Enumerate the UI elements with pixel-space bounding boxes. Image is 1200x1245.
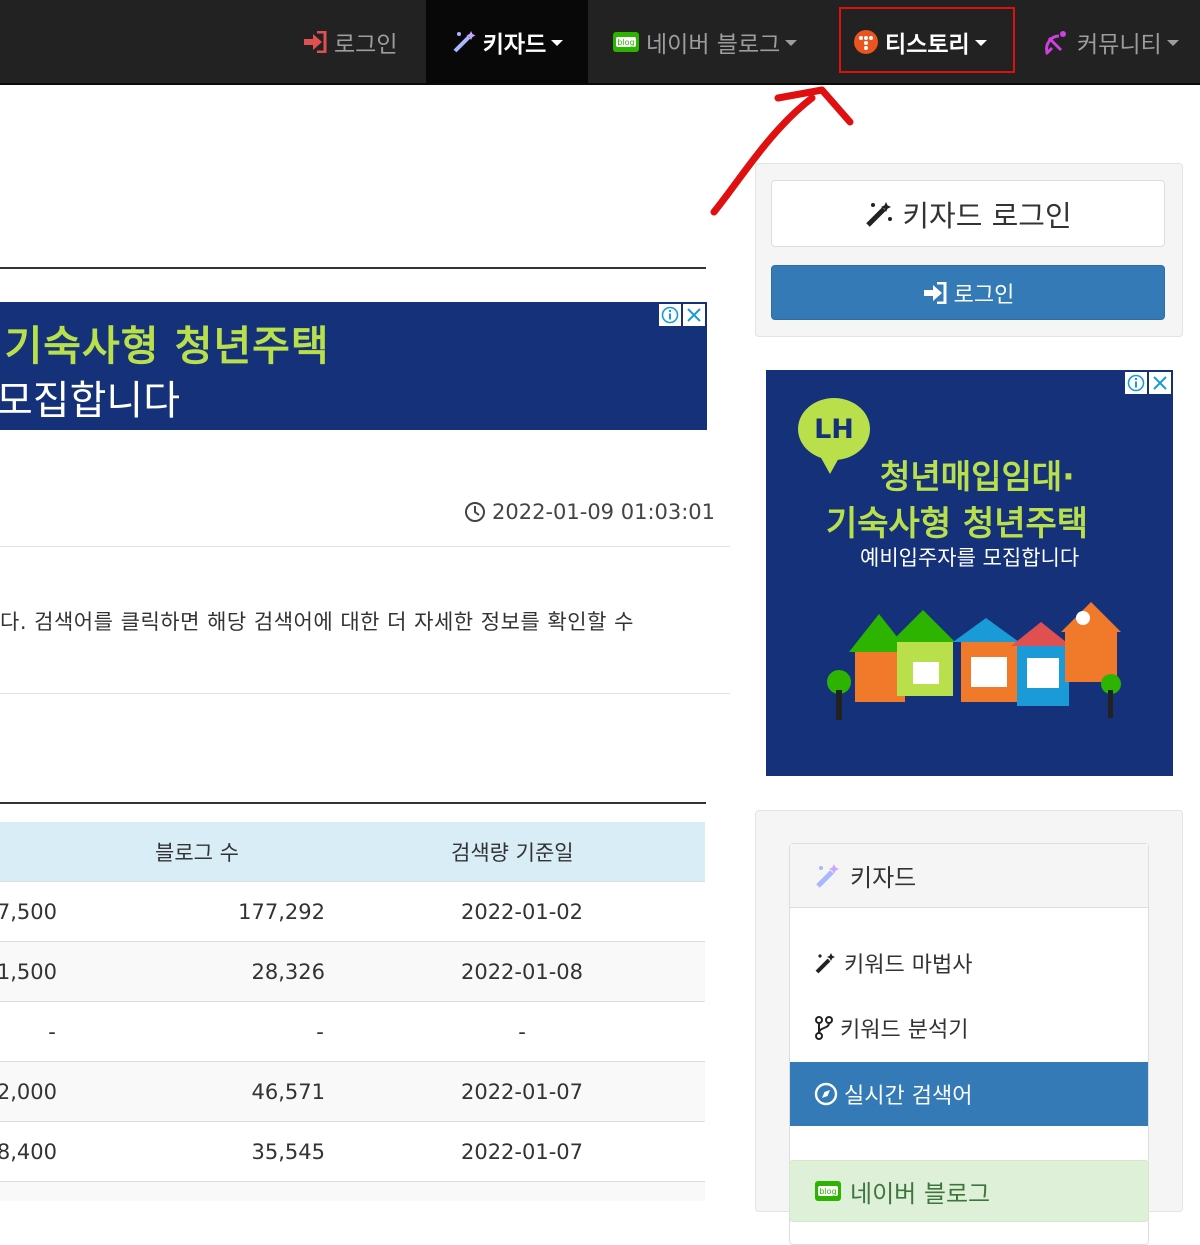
nav-naver-blog-label: 네이버 블로그	[646, 31, 781, 58]
menu-item-label: 키워드 분석기	[840, 1018, 969, 1043]
ad-banner-top[interactable]: ·기숙사형 청년주택 모집합니다	[0, 302, 707, 430]
table-header: 블로그 수 검색량 기준일	[0, 822, 705, 881]
naver-blog-menu-header[interactable]: blog 네이버 블로그	[789, 1160, 1149, 1222]
login-title-text: 키자드 로그인	[902, 198, 1072, 233]
cell-blog-count: -	[316, 1020, 324, 1044]
ad-top-subline: 모집합니다	[0, 378, 180, 424]
clock-icon	[464, 501, 486, 523]
nav-community-label: 커뮤니티	[1077, 31, 1162, 58]
menu-item-keyword-wizard[interactable]: 키워드 마법사	[790, 931, 1148, 995]
nav-login[interactable]: 로그인	[302, 0, 397, 83]
table-row[interactable]: 2,000 46,571 2022-01-07	[0, 1061, 705, 1122]
menu-item-realtime-search[interactable]: 실시간 검색어	[790, 1062, 1148, 1126]
info-icon[interactable]	[659, 304, 681, 326]
th-blog-count[interactable]: 블로그 수	[155, 822, 239, 881]
table-row[interactable]: - - -	[0, 1001, 705, 1062]
magic-wand-icon	[451, 29, 477, 55]
annotation-highlight-box	[839, 7, 1015, 73]
menu-item-label: 키워드 마법사	[844, 953, 973, 978]
table-row[interactable]: 7,500 177,292 2022-01-02	[0, 881, 705, 942]
chevron-down-icon	[785, 40, 798, 46]
timestamp-text: 2022-01-09 01:03:01	[492, 500, 716, 524]
chevron-down-icon	[1166, 40, 1179, 46]
close-icon[interactable]	[683, 304, 705, 326]
menu-item-label: 실시간 검색어	[844, 1084, 973, 1109]
compass-icon	[814, 1082, 838, 1106]
login-title: 키자드 로그인	[771, 180, 1165, 247]
ad-banner-side[interactable]: LH 청년매입임대· 기숙사형 청년주택 예비입주자를 모집합니다	[766, 370, 1173, 776]
chevron-down-icon	[551, 40, 564, 46]
divider	[0, 693, 730, 694]
ad-side-line1: 청년매입임대·	[880, 457, 1075, 496]
ad-side-line3: 예비입주자를 모집합니다	[860, 546, 1080, 570]
satellite-dish-icon	[1043, 28, 1071, 56]
ad-top-headline: ·기숙사형 청년주택	[0, 322, 330, 370]
cell-blog-count: 177,292	[238, 900, 325, 924]
close-icon[interactable]	[1149, 372, 1171, 394]
divider	[0, 546, 730, 547]
login-button-label: 로그인	[953, 282, 1015, 308]
description-text: 다. 검색어를 클릭하면 해당 검색어에 대한 더 자세한 정보를 확인할 수	[0, 610, 634, 634]
cell-blog-count: 28,326	[251, 960, 325, 984]
houses-illustration	[827, 602, 1121, 720]
svg-text:blog: blog	[819, 1187, 836, 1196]
table-row[interactable]	[0, 1181, 705, 1201]
info-icon[interactable]	[1125, 372, 1147, 394]
naver-blog-icon: blog	[814, 1179, 842, 1203]
keyzard-menu-title: 키자드	[850, 864, 917, 892]
magic-wand-icon	[814, 951, 838, 975]
login-button[interactable]: 로그인	[771, 265, 1165, 320]
section-divider	[0, 267, 706, 269]
naver-blog-menu-title: 네이버 블로그	[850, 1179, 991, 1208]
table-row[interactable]: 1,500 28,326 2022-01-08	[0, 941, 705, 1002]
cell-date: 2022-01-07	[460, 1140, 584, 1164]
nav-naver-blog[interactable]: blog 네이버 블로그	[612, 0, 798, 83]
menu-item-keyword-analyzer[interactable]: 키워드 분석기	[790, 996, 1148, 1060]
magic-wand-icon	[814, 862, 842, 890]
ad-choices	[659, 304, 705, 326]
cell-date: 2022-01-08	[460, 960, 584, 984]
section-divider	[0, 802, 706, 804]
nav-login-label: 로그인	[334, 31, 398, 58]
th-search-date[interactable]: 검색량 기준일	[451, 822, 574, 881]
lh-logo: LH	[798, 398, 870, 474]
naver-blog-icon: blog	[612, 30, 640, 54]
nav-keyzard-label: 키자드	[482, 31, 547, 58]
nav-community[interactable]: 커뮤니티	[1043, 0, 1179, 83]
login-icon	[302, 30, 328, 53]
top-navbar: 로그인 키자드 blog 네이버 블로그 티스토리 커뮤니티	[0, 0, 1200, 85]
nav-keyzard[interactable]: 키자드	[426, 0, 588, 83]
cell-date: -	[518, 1020, 526, 1044]
ad-side-line2: 기숙사형 청년주택	[826, 504, 1089, 544]
cell-date: 2022-01-07	[460, 1080, 584, 1104]
ad-choices	[1125, 372, 1171, 394]
code-fork-icon	[814, 1015, 834, 1041]
post-timestamp: 2022-01-09 01:03:01	[464, 500, 715, 524]
table-row[interactable]: 8,400 35,545 2022-01-07	[0, 1121, 705, 1182]
login-icon	[922, 281, 948, 304]
svg-text:blog: blog	[617, 38, 634, 47]
cell-volume: -	[48, 1020, 56, 1044]
cell-date: 2022-01-02	[460, 900, 584, 924]
cell-blog-count: 46,571	[251, 1080, 325, 1104]
magic-wand-icon	[864, 199, 894, 229]
cell-blog-count: 35,545	[251, 1140, 325, 1164]
keyzard-menu-header: 키자드	[790, 844, 1148, 908]
